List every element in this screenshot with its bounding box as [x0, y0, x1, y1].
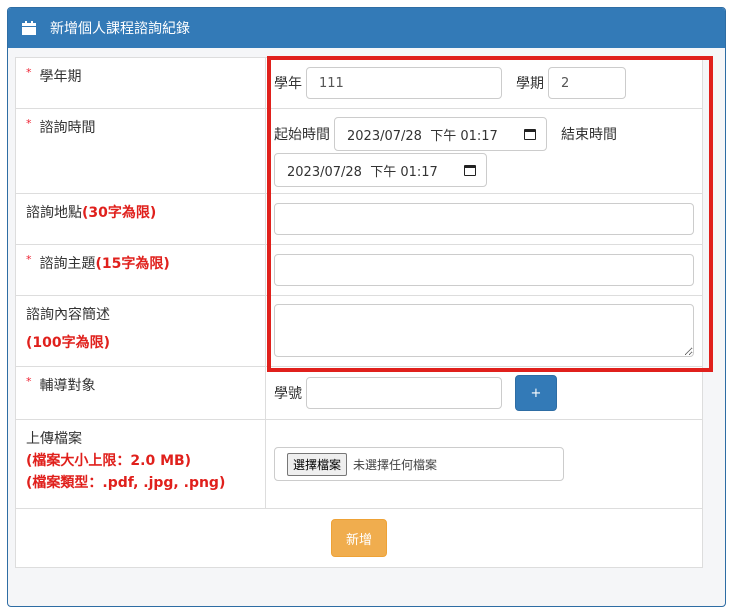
required-mark: * — [26, 253, 32, 266]
row-target: * 輔導對象 學號 + — [16, 367, 702, 420]
upload-label-cell: 上傳檔案 (檔案大小上限：2.0 MB) (檔案類型：.pdf, .jpg, .… — [16, 420, 266, 508]
topic-value-cell — [266, 245, 702, 295]
no-file-text: 未選擇任何檔案 — [353, 457, 438, 472]
semester-label: 學期 — [516, 76, 544, 92]
row-time: * 諮詢時間 起始時間 2023/07/28 下午 01:17 結束時間 2023… — [16, 109, 702, 194]
target-label: 輔導對象 — [39, 378, 96, 394]
location-label-cell: 諮詢地點(30字為限) — [16, 194, 266, 244]
location-input[interactable] — [274, 203, 694, 235]
consultation-form: * 學年期 學年 111 學期 2 * 諮詢時間 起始時間 2023/07/28 下… — [15, 57, 703, 568]
time-label: 諮詢時間 — [39, 120, 96, 136]
description-label-cell: 諮詢內容簡述 (100字為限) — [16, 296, 266, 366]
student-id-input[interactable] — [306, 377, 502, 409]
row-topic: * 諮詢主題(15字為限) — [16, 245, 702, 296]
semester-input[interactable]: 2 — [548, 67, 626, 99]
term-label-cell: * 學年期 — [16, 58, 266, 108]
topic-label-cell: * 諮詢主題(15字為限) — [16, 245, 266, 295]
submit-button[interactable]: 新增 — [331, 519, 387, 557]
topic-limit: (15字為限) — [95, 256, 170, 272]
time-value-cell: 起始時間 2023/07/28 下午 01:17 結束時間 2023/07/28… — [266, 109, 702, 193]
target-label-cell: * 輔導對象 — [16, 367, 266, 419]
description-value-cell — [266, 296, 702, 366]
description-limit: (100字為限) — [26, 335, 111, 351]
panel-heading: 新增個人課程諮詢紀錄 — [8, 8, 725, 48]
end-time-input[interactable]: 2023/07/28 下午 01:17 — [274, 153, 487, 187]
calendar-picker-icon[interactable] — [464, 164, 476, 176]
start-time-label: 起始時間 — [274, 127, 330, 143]
upload-label: 上傳檔案 — [26, 431, 82, 447]
year-input[interactable]: 111 — [306, 67, 502, 99]
term-value-cell: 學年 111 學期 2 — [266, 58, 702, 108]
term-label: 學年期 — [39, 69, 82, 85]
upload-value-cell: 選擇檔案 未選擇任何檔案 — [266, 420, 702, 508]
description-textarea[interactable] — [274, 304, 694, 357]
calendar-icon — [22, 21, 36, 35]
upload-size-limit: (檔案大小上限：2.0 MB) — [26, 453, 192, 469]
upload-file-types: (檔案類型：.pdf, .jpg, .png) — [26, 475, 226, 491]
add-target-button[interactable]: + — [515, 375, 557, 411]
required-mark: * — [26, 375, 32, 388]
submit-row: 新增 — [16, 509, 702, 567]
required-mark: * — [26, 66, 32, 79]
topic-label: 諮詢主題 — [39, 256, 96, 272]
target-value-cell: 學號 + — [266, 367, 702, 419]
panel-title: 新增個人課程諮詢紀錄 — [50, 21, 190, 37]
end-time-value: 2023/07/28 下午 01:17 — [287, 164, 438, 180]
row-description: 諮詢內容簡述 (100字為限) — [16, 296, 702, 367]
location-limit: (30字為限) — [82, 205, 157, 221]
time-label-cell: * 諮詢時間 — [16, 109, 266, 193]
start-time-input[interactable]: 2023/07/28 下午 01:17 — [334, 117, 547, 151]
student-id-label: 學號 — [274, 386, 302, 402]
start-time-value: 2023/07/28 下午 01:17 — [347, 128, 498, 144]
row-term: * 學年期 學年 111 學期 2 — [16, 58, 702, 109]
description-label: 諮詢內容簡述 — [26, 307, 110, 323]
required-mark: * — [26, 117, 32, 130]
location-value-cell — [266, 194, 702, 244]
year-label: 學年 — [274, 76, 302, 92]
file-input[interactable]: 選擇檔案 未選擇任何檔案 — [274, 447, 564, 481]
end-time-label: 結束時間 — [561, 127, 617, 143]
calendar-picker-icon[interactable] — [524, 128, 536, 140]
row-location: 諮詢地點(30字為限) — [16, 194, 702, 245]
choose-file-button[interactable]: 選擇檔案 — [287, 452, 348, 476]
topic-input[interactable] — [274, 254, 694, 286]
row-upload: 上傳檔案 (檔案大小上限：2.0 MB) (檔案類型：.pdf, .jpg, .… — [16, 420, 702, 509]
location-label: 諮詢地點 — [26, 205, 82, 221]
